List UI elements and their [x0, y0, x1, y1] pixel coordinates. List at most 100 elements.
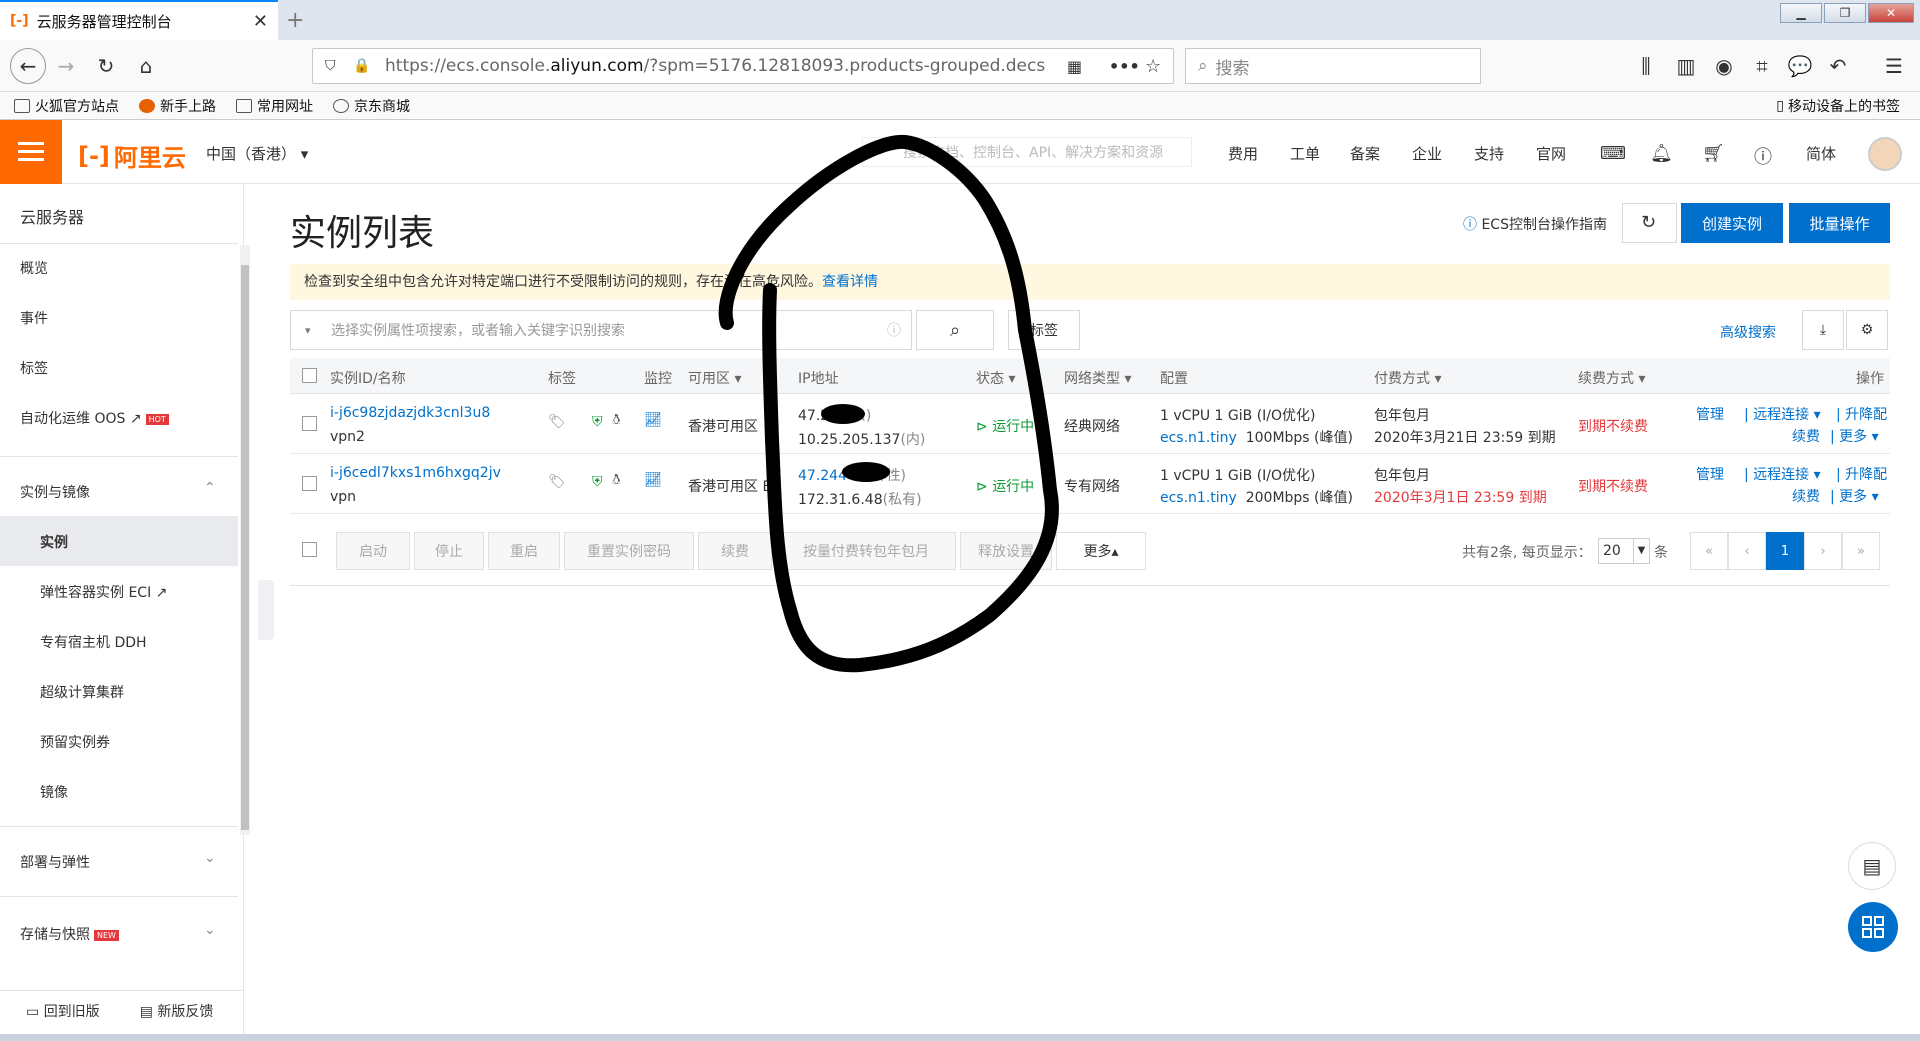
bookmark-item[interactable]: 火狐官方站点: [14, 96, 119, 116]
browser-search-input[interactable]: ⌕ 搜索: [1185, 48, 1481, 84]
create-instance-button[interactable]: 创建实例: [1681, 203, 1783, 243]
reload-icon[interactable]: ↻: [92, 52, 120, 80]
account-icon[interactable]: ◉: [1710, 52, 1738, 80]
upgrade-link[interactable]: | 升降配: [1836, 404, 1887, 424]
release-settings-button[interactable]: 释放设置: [960, 532, 1052, 570]
reset-password-button[interactable]: 重置实例密码: [564, 532, 694, 570]
url-bar[interactable]: ⛉ 🔒 https://ecs.console.aliyun.com/?spm=…: [312, 48, 1174, 84]
sidebar-item-ddh[interactable]: 专有宿主机 DDH: [40, 632, 147, 652]
batch-operation-button[interactable]: 批量操作: [1789, 203, 1890, 243]
forward-icon[interactable]: →: [52, 52, 80, 80]
chevron-down-icon[interactable]: ⌄: [204, 850, 216, 866]
bell-icon[interactable]: 🔔︎: [1650, 143, 1673, 164]
restore-icon[interactable]: ❐: [1824, 3, 1866, 23]
sidebar-item-oos[interactable]: 自动化运维 OOS ↗ HOT: [20, 408, 169, 428]
back-old-version-button[interactable]: ▭ 回到旧版: [26, 1001, 100, 1021]
row-checkbox[interactable]: [302, 476, 317, 491]
bookmark-item[interactable]: 常用网址: [236, 96, 313, 116]
chevron-up-icon[interactable]: ⌃: [204, 480, 216, 496]
menu-icon[interactable]: ☰: [1880, 52, 1908, 80]
avatar[interactable]: [1868, 137, 1902, 171]
back-icon[interactable]: ←: [10, 48, 46, 84]
terminal-icon[interactable]: ⌨: [1600, 143, 1626, 164]
manage-link[interactable]: 管理: [1696, 404, 1724, 424]
advanced-search-link[interactable]: 高级搜索: [1720, 322, 1776, 342]
close-window-icon[interactable]: ✕: [1868, 3, 1914, 23]
minimize-icon[interactable]: ▁: [1780, 3, 1822, 23]
sidebar-item-reserved[interactable]: 预留实例券: [40, 732, 110, 752]
home-icon[interactable]: ⌂: [132, 52, 160, 80]
qr-code-icon[interactable]: ▦: [1067, 57, 1082, 76]
renew-link[interactable]: 续费: [1792, 426, 1820, 446]
screenshot-icon[interactable]: ⌗: [1748, 52, 1776, 80]
prev-page-button[interactable]: ‹: [1728, 532, 1766, 570]
cart-icon[interactable]: 🛒︎: [1702, 143, 1725, 164]
sidebar-item-scc[interactable]: 超级计算集群: [40, 682, 124, 702]
next-page-button[interactable]: ›: [1804, 532, 1842, 570]
first-page-button[interactable]: «: [1690, 532, 1728, 570]
ecs-guide-link[interactable]: ⓘ ECS控制台操作指南: [1463, 214, 1607, 234]
sidebar-item-tags[interactable]: 标签: [20, 358, 48, 378]
mobile-bookmarks[interactable]: ▯ 移动设备上的书签: [1776, 96, 1900, 116]
monitor-chart-icon[interactable]: 📈︎: [644, 412, 662, 428]
stop-button[interactable]: 停止: [414, 532, 484, 570]
sidebar-toggle-icon[interactable]: ▥: [1672, 52, 1700, 80]
nav-support[interactable]: 支持: [1474, 143, 1504, 164]
language-selector[interactable]: 简体: [1806, 143, 1836, 164]
page-number-button[interactable]: 1: [1766, 532, 1804, 570]
col-payment[interactable]: 付费方式 ▾: [1374, 368, 1441, 388]
manage-link[interactable]: 管理: [1696, 464, 1724, 484]
renew-button[interactable]: 续费: [698, 532, 772, 570]
remote-connect-link[interactable]: | 远程连接 ▾: [1744, 464, 1821, 484]
more-actions-button[interactable]: 更多▴: [1056, 532, 1146, 570]
restart-button[interactable]: 重启: [488, 532, 560, 570]
col-network[interactable]: 网络类型 ▾: [1064, 368, 1131, 388]
nav-enterprise[interactable]: 企业: [1412, 143, 1442, 164]
console-search-input[interactable]: 搜索文档、控制台、API、解决方案和资源: [862, 137, 1192, 167]
view-details-link[interactable]: 查看详情: [822, 274, 878, 290]
close-tab-icon[interactable]: ✕: [253, 11, 268, 32]
undo-icon[interactable]: ↶: [1824, 52, 1852, 80]
library-icon[interactable]: ⫼: [1632, 52, 1660, 80]
remote-connect-link[interactable]: | 远程连接 ▾: [1744, 404, 1821, 424]
sidebar-group-instances-images[interactable]: 实例与镜像: [20, 482, 90, 502]
sidebar-item-eci[interactable]: 弹性容器实例 ECI ↗: [40, 582, 167, 602]
nav-icp[interactable]: 备案: [1350, 143, 1380, 164]
sidebar-item-overview[interactable]: 概览: [20, 258, 48, 278]
select-all-checkbox[interactable]: [302, 368, 317, 383]
instance-id-link[interactable]: i-j6c98zjdazjdk3cnl3u8: [330, 405, 490, 421]
upgrade-link[interactable]: | 升降配: [1836, 464, 1887, 484]
select-all-checkbox[interactable]: [302, 542, 317, 557]
instance-filter-input[interactable]: ▾ 选择实例属性项搜索，或者输入关键字识别搜索 ⓘ: [290, 310, 912, 350]
question-icon[interactable]: ⓘ: [887, 320, 901, 340]
sidebar-scroll-thumb[interactable]: [241, 265, 249, 830]
tag-icon[interactable]: 🏷︎: [548, 474, 566, 490]
feedback-chat-icon[interactable]: ▤: [1848, 842, 1896, 890]
instance-id-link[interactable]: i-j6cedl7kxs1m6hxgq2jv: [330, 465, 501, 481]
sidebar-item-instances[interactable]: 实例: [40, 532, 68, 552]
renew-link[interactable]: 续费: [1792, 486, 1820, 506]
help-icon[interactable]: ⓘ: [1754, 143, 1772, 169]
col-status[interactable]: 状态 ▾: [976, 368, 1015, 388]
settings-gear-icon[interactable]: ⚙: [1846, 310, 1888, 350]
feedback-button[interactable]: ▤ 新版反馈: [140, 1001, 214, 1021]
sidebar-group-deploy[interactable]: 部署与弹性: [20, 852, 90, 872]
col-zone[interactable]: 可用区 ▾: [688, 368, 741, 388]
new-tab-icon[interactable]: +: [286, 8, 304, 33]
nav-official-site[interactable]: 官网: [1536, 143, 1566, 164]
page-size-select[interactable]: 20 ▼: [1598, 538, 1650, 564]
more-link[interactable]: | 更多 ▾: [1830, 426, 1879, 446]
hamburger-menu-icon[interactable]: [0, 120, 62, 184]
bookmark-item[interactable]: 新手上路: [139, 96, 216, 116]
nav-fees[interactable]: 费用: [1228, 143, 1258, 164]
sidebar-item-images[interactable]: 镜像: [40, 782, 68, 802]
app-grid-icon[interactable]: [1848, 902, 1898, 952]
more-link[interactable]: | 更多 ▾: [1830, 486, 1879, 506]
region-selector[interactable]: 中国（香港） ▾: [206, 143, 308, 164]
convert-billing-button[interactable]: 按量付费转包年包月: [776, 532, 956, 570]
bookmark-item[interactable]: 京东商城: [333, 96, 410, 116]
row-checkbox[interactable]: [302, 416, 317, 431]
collapse-sidebar-handle[interactable]: [258, 580, 274, 640]
start-button[interactable]: 启动: [336, 532, 410, 570]
monitor-chart-icon[interactable]: 📈︎: [644, 472, 662, 488]
